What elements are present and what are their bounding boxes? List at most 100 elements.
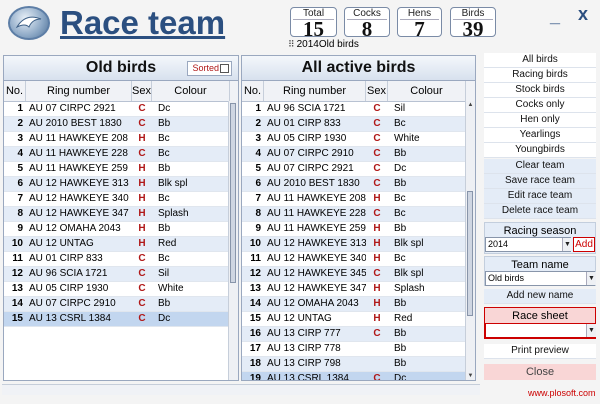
table-row[interactable]: 1 AU 96 SCIA 1721 C Sil bbox=[242, 102, 475, 117]
scroll-down-icon[interactable]: ▼ bbox=[466, 372, 475, 380]
table-row[interactable]: 6 AU 2010 BEST 1830 C Bb bbox=[242, 177, 475, 192]
button-save-race-team[interactable]: Save race team bbox=[484, 174, 596, 189]
print-preview-button[interactable]: Print preview bbox=[484, 344, 596, 359]
cell-no: 12 bbox=[11, 268, 23, 279]
table-row[interactable]: 5 AU 11 HAWKEYE 259 H Bb bbox=[4, 162, 238, 177]
col-no[interactable]: No. bbox=[242, 81, 264, 101]
button-clear-team[interactable]: Clear team bbox=[484, 159, 596, 174]
cell-sex: C bbox=[138, 283, 146, 294]
website-link[interactable]: www.plosoft.com bbox=[528, 388, 596, 398]
table-row[interactable]: 16 AU 13 CIRP 777 C Bb bbox=[242, 327, 475, 342]
button-cocks-only[interactable]: Cocks only bbox=[484, 98, 596, 113]
table-row[interactable]: 3 AU 11 HAWKEYE 208 H Bc bbox=[4, 132, 238, 147]
stat-cocks: Cocks 8 bbox=[344, 7, 390, 40]
table-row[interactable]: 4 AU 11 HAWKEYE 228 C Bc bbox=[4, 147, 238, 162]
table-row[interactable]: 12 AU 12 HAWKEYE 345 C Blk spl bbox=[242, 267, 475, 282]
table-row[interactable]: 2 AU 2010 BEST 1830 C Bb bbox=[4, 117, 238, 132]
cell-ring: AU 11 HAWKEYE 259 bbox=[267, 223, 366, 234]
table-row[interactable]: 13 AU 12 HAWKEYE 347 H Splash bbox=[242, 282, 475, 297]
button-delete-race-team[interactable]: Delete race team bbox=[484, 204, 596, 219]
cell-ring: AU 01 CIRP 833 bbox=[267, 118, 341, 129]
table-row[interactable]: 2 AU 01 CIRP 833 C Bc bbox=[242, 117, 475, 132]
table-row[interactable]: 1 AU 07 CIRPC 2921 C Dc bbox=[4, 102, 238, 117]
cell-no: 9 bbox=[17, 223, 23, 234]
table-row[interactable]: 15 AU 13 CSRL 1384 C Dc bbox=[4, 312, 238, 327]
cell-sex: C bbox=[373, 118, 381, 129]
col-ring[interactable]: Ring number bbox=[26, 81, 132, 101]
cell-sex: C bbox=[138, 253, 146, 264]
button-edit-race-team[interactable]: Edit race team bbox=[484, 189, 596, 204]
chevron-down-icon[interactable]: ▼ bbox=[586, 324, 596, 337]
cell-no: 5 bbox=[255, 163, 261, 174]
close-window-button[interactable]: x bbox=[578, 4, 588, 25]
col-ring[interactable]: Ring number bbox=[264, 81, 366, 101]
cell-colour: Splash bbox=[394, 283, 425, 294]
chevron-down-icon[interactable]: ▼ bbox=[586, 272, 596, 285]
button-racing-birds[interactable]: Racing birds bbox=[484, 68, 596, 83]
cell-colour: Dc bbox=[158, 313, 171, 324]
add-season-button[interactable]: Add bbox=[573, 237, 595, 252]
table-row[interactable]: 3 AU 05 CIRP 1930 C White bbox=[242, 132, 475, 147]
cell-ring: AU 96 SCIA 1721 bbox=[29, 268, 108, 279]
cell-sex: C bbox=[373, 373, 381, 381]
table-row[interactable]: 4 AU 07 CIRPC 2910 C Bb bbox=[242, 147, 475, 162]
cell-colour: Bb bbox=[158, 118, 171, 129]
cell-ring: AU 11 HAWKEYE 228 bbox=[29, 148, 128, 159]
col-sex[interactable]: Sex bbox=[366, 81, 388, 101]
stat-value: 15 bbox=[303, 17, 324, 41]
scroll-up-icon[interactable]: ▲ bbox=[466, 101, 475, 110]
close-button[interactable]: Close bbox=[484, 364, 596, 380]
panel-title: All active birds bbox=[301, 59, 416, 76]
button-youngbirds[interactable]: Youngbirds bbox=[484, 143, 596, 158]
table-row[interactable]: 7 AU 12 HAWKEYE 340 H Bc bbox=[4, 192, 238, 207]
racing-season-select[interactable]: 2014 bbox=[485, 237, 571, 252]
panel-header: Old birds Sorted bbox=[4, 56, 238, 81]
table-row[interactable]: 10 AU 12 UNTAG H Red bbox=[4, 237, 238, 252]
table-row[interactable]: 9 AU 11 HAWKEYE 259 H Bb bbox=[242, 222, 475, 237]
col-colour[interactable]: Colour bbox=[152, 81, 230, 101]
table-row[interactable]: 12 AU 96 SCIA 1721 C Sil bbox=[4, 267, 238, 282]
table-row[interactable]: 6 AU 12 HAWKEYE 313 H Blk spl bbox=[4, 177, 238, 192]
table-row[interactable]: 18 AU 13 CIRP 798 Bb bbox=[242, 357, 475, 372]
table-row[interactable]: 19 AU 13 CSRL 1384 C Dc bbox=[242, 372, 475, 381]
table-row[interactable]: 14 AU 07 CIRPC 2910 C Bb bbox=[4, 297, 238, 312]
cell-ring: AU 07 CIRPC 2921 bbox=[267, 163, 354, 174]
table-row[interactable]: 14 AU 12 OMAHA 2043 H Bb bbox=[242, 297, 475, 312]
stat-total: Total 15 bbox=[290, 7, 337, 41]
col-sex[interactable]: Sex bbox=[132, 81, 152, 101]
button-yearlings[interactable]: Yearlings bbox=[484, 128, 596, 143]
race-sheet-group: Race sheet ▼ bbox=[484, 307, 596, 339]
table-row[interactable]: 11 AU 12 HAWKEYE 340 H Bc bbox=[242, 252, 475, 267]
table-row[interactable]: 15 AU 12 UNTAG H Red bbox=[242, 312, 475, 327]
cell-colour: Bb bbox=[158, 223, 171, 234]
minimize-button[interactable]: _ bbox=[550, 6, 560, 27]
scrollbar-thumb[interactable] bbox=[230, 103, 236, 283]
table-row[interactable]: 9 AU 12 OMAHA 2043 H Bb bbox=[4, 222, 238, 237]
cell-colour: Bc bbox=[158, 148, 170, 159]
cell-sex: H bbox=[138, 208, 146, 219]
table-row[interactable]: 8 AU 12 HAWKEYE 347 H Splash bbox=[4, 207, 238, 222]
vertical-scrollbar[interactable]: ▲ ▼ bbox=[465, 101, 475, 380]
table-row[interactable]: 8 AU 11 HAWKEYE 228 C Bc bbox=[242, 207, 475, 222]
horizontal-scrollbar[interactable] bbox=[2, 384, 480, 395]
button-hen-only[interactable]: Hen only bbox=[484, 113, 596, 128]
cell-no: 9 bbox=[255, 223, 261, 234]
col-no[interactable]: No. bbox=[4, 81, 26, 101]
table-row[interactable]: 13 AU 05 CIRP 1930 C White bbox=[4, 282, 238, 297]
table-row[interactable]: 5 AU 07 CIRPC 2921 C Dc bbox=[242, 162, 475, 177]
chevron-down-icon[interactable]: ▼ bbox=[562, 238, 572, 251]
race-sheet-select[interactable] bbox=[485, 323, 595, 338]
table-row[interactable]: 7 AU 11 HAWKEYE 208 H Bc bbox=[242, 192, 475, 207]
scrollbar-thumb[interactable] bbox=[467, 191, 473, 316]
button-all-birds[interactable]: All birds bbox=[484, 53, 596, 68]
table-row[interactable]: 17 AU 13 CIRP 778 Bb bbox=[242, 342, 475, 357]
button-stock-birds[interactable]: Stock birds bbox=[484, 83, 596, 98]
sorted-checkbox[interactable]: Sorted bbox=[187, 61, 232, 76]
add-new-name-button[interactable]: Add new name bbox=[484, 289, 596, 304]
team-name-select[interactable]: Old birds bbox=[485, 271, 595, 286]
table-row[interactable]: 11 AU 01 CIRP 833 C Bc bbox=[4, 252, 238, 267]
col-colour[interactable]: Colour bbox=[388, 81, 466, 101]
vertical-scrollbar[interactable] bbox=[228, 101, 238, 380]
table-row[interactable]: 10 AU 12 HAWKEYE 313 H Blk spl bbox=[242, 237, 475, 252]
cell-ring: AU 12 HAWKEYE 347 bbox=[29, 208, 129, 219]
